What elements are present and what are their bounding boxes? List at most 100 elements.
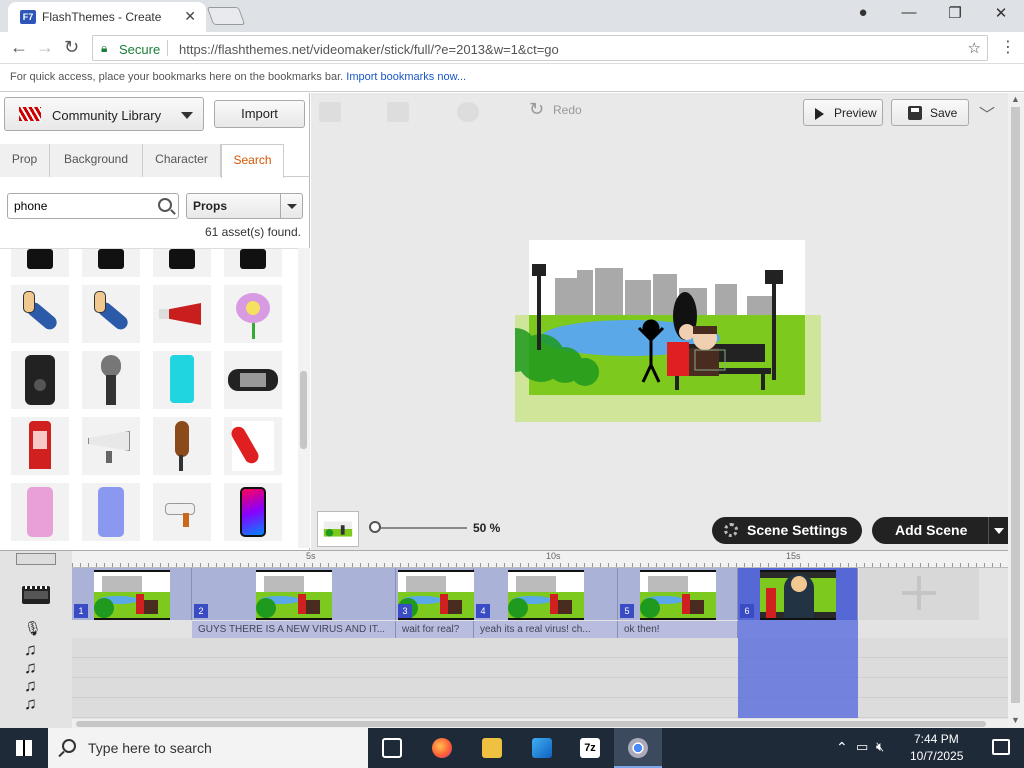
scene-thumbnail-preview[interactable] xyxy=(317,511,359,547)
timeline-scene-1[interactable]: 1 xyxy=(72,568,192,620)
tab-search[interactable]: Search xyxy=(221,144,284,178)
save-button[interactable]: Save xyxy=(891,99,969,126)
scene-stage-canvas[interactable] xyxy=(515,240,821,422)
new-tab-button[interactable] xyxy=(206,7,246,25)
reload-icon[interactable]: ↻ xyxy=(64,37,79,58)
redo-label[interactable]: Redo xyxy=(553,103,582,117)
sound-lane[interactable] xyxy=(72,638,1008,658)
add-scene-placeholder[interactable] xyxy=(859,568,979,620)
timeline-scene-4[interactable]: 4 xyxy=(474,568,618,620)
7zip-button[interactable]: 7z xyxy=(566,728,614,768)
page-scrollbar-thumb[interactable] xyxy=(1011,107,1020,703)
browser-tab[interactable]: F7 FlashThemes - Create ✕ xyxy=(8,2,206,32)
asset-tile[interactable] xyxy=(11,483,69,541)
sound-lane[interactable] xyxy=(72,658,1008,678)
asset-tile[interactable] xyxy=(82,249,140,277)
sound-lane[interactable] xyxy=(72,678,1008,698)
network-icon[interactable]: ▭ xyxy=(856,739,868,755)
clock-date[interactable]: 10/7/2025 xyxy=(910,749,963,763)
chevron-up-icon[interactable]: ⌃ xyxy=(836,739,848,756)
redo-icon[interactable]: ↻ xyxy=(529,99,544,120)
dialogue-clip[interactable]: ok then! xyxy=(618,621,738,638)
copy-icon[interactable] xyxy=(319,102,341,122)
scene-settings-button[interactable]: Scene Settings xyxy=(712,517,862,544)
asset-search-input[interactable] xyxy=(14,199,154,213)
volume-muted-icon[interactable]: 🔇︎ xyxy=(876,739,884,755)
asset-tile[interactable] xyxy=(153,285,211,343)
forward-arrow-icon[interactable]: → xyxy=(36,37,54,58)
asset-tile[interactable] xyxy=(224,483,282,541)
timeline-zoom-handle[interactable] xyxy=(16,553,56,565)
start-button[interactable] xyxy=(0,728,48,768)
asset-tile[interactable] xyxy=(224,249,282,277)
asset-tile[interactable] xyxy=(224,351,282,409)
community-library-label: Community Library xyxy=(52,108,162,123)
timeline-scene-3[interactable]: 3 xyxy=(396,568,474,620)
profile-icon[interactable]: ● xyxy=(848,4,878,21)
chevron-down-icon[interactable]: ﹀ xyxy=(979,101,995,125)
timeline-scene-5[interactable]: 5 xyxy=(618,568,738,620)
task-view-button[interactable] xyxy=(368,728,416,768)
zoom-slider[interactable] xyxy=(369,521,467,533)
import-bookmarks-link[interactable]: Import bookmarks now... xyxy=(346,71,466,83)
asset-tile[interactable] xyxy=(11,285,69,343)
back-arrow-icon[interactable]: ← xyxy=(10,37,28,58)
undo-icon[interactable] xyxy=(457,102,479,122)
asset-tile[interactable] xyxy=(224,417,282,475)
scroll-down-icon[interactable]: ▼ xyxy=(1011,715,1020,725)
asset-tile[interactable] xyxy=(11,351,69,409)
chevron-down-icon[interactable] xyxy=(988,517,1008,544)
clock-time[interactable]: 7:44 PM xyxy=(914,732,959,746)
tab-character[interactable]: Character xyxy=(143,144,221,177)
asset-tile[interactable] xyxy=(82,483,140,541)
preview-button[interactable]: Preview xyxy=(803,99,883,126)
timeline-scrollbar-thumb[interactable] xyxy=(76,721,986,727)
dialogue-clip[interactable]: wait for real? xyxy=(396,621,474,638)
page-scrollbar[interactable]: ▲ ▼ xyxy=(1008,93,1024,728)
add-scene-button[interactable]: Add Scene xyxy=(872,517,1008,544)
scroll-up-icon[interactable]: ▲ xyxy=(1011,94,1020,104)
asset-tile[interactable] xyxy=(82,417,140,475)
dialogue-clip[interactable]: yeah its a real virus! ch... xyxy=(474,621,618,638)
tab-background[interactable]: Background xyxy=(50,144,143,177)
asset-tile[interactable] xyxy=(153,417,211,475)
asset-tile[interactable] xyxy=(153,351,211,409)
asset-tile[interactable] xyxy=(153,483,211,541)
asset-type-select[interactable]: Props xyxy=(186,193,303,219)
sound-lane[interactable] xyxy=(72,698,1008,718)
asset-grid-scrollbar[interactable] xyxy=(298,248,310,548)
timeline-scene-2[interactable]: 2 xyxy=(192,568,396,620)
omnibox[interactable]: 🔒︎ Secure https://flashthemes.net/videom… xyxy=(92,35,988,61)
search-icon[interactable] xyxy=(158,198,172,212)
asset-tile[interactable] xyxy=(82,351,140,409)
timeline-ruler[interactable]: 5s 10s 15s xyxy=(72,551,1008,568)
chrome-button[interactable] xyxy=(614,728,662,768)
taskbar-search[interactable]: Type here to search xyxy=(48,728,368,768)
dialogue-clip[interactable]: GUYS THERE IS A NEW VIRUS AND IT... xyxy=(192,621,396,638)
chevron-down-icon[interactable] xyxy=(280,194,302,218)
firefox-button[interactable] xyxy=(418,728,466,768)
asset-tile[interactable] xyxy=(153,249,211,277)
scrollbar-thumb[interactable] xyxy=(300,371,307,449)
timeline-scene-6[interactable]: 6 xyxy=(738,568,858,620)
zoom-slider-knob[interactable] xyxy=(369,521,381,533)
tab-close-icon[interactable]: ✕ xyxy=(184,8,196,25)
notification-icon[interactable] xyxy=(992,739,1010,755)
bookmark-star-icon[interactable]: ☆ xyxy=(968,39,981,57)
asset-tile[interactable] xyxy=(11,417,69,475)
tab-prop[interactable]: Prop xyxy=(0,144,50,177)
url-text[interactable]: https://flashthemes.net/videomaker/stick… xyxy=(179,42,559,57)
restore-icon[interactable]: ❐ xyxy=(940,4,970,22)
asset-tile[interactable] xyxy=(82,285,140,343)
community-library-dropdown[interactable]: Community Library xyxy=(4,97,204,131)
paste-icon[interactable] xyxy=(387,102,409,122)
asset-tile[interactable] xyxy=(11,249,69,277)
app-button[interactable] xyxy=(518,728,566,768)
minimize-icon[interactable]: — xyxy=(894,4,924,21)
import-button[interactable]: Import xyxy=(214,100,305,128)
asset-search-field[interactable] xyxy=(7,193,179,219)
file-explorer-button[interactable] xyxy=(468,728,516,768)
window-close-icon[interactable]: ✕ xyxy=(986,4,1016,22)
asset-tile[interactable] xyxy=(224,285,282,343)
chrome-menu-icon[interactable]: ⋮ xyxy=(1000,37,1016,57)
